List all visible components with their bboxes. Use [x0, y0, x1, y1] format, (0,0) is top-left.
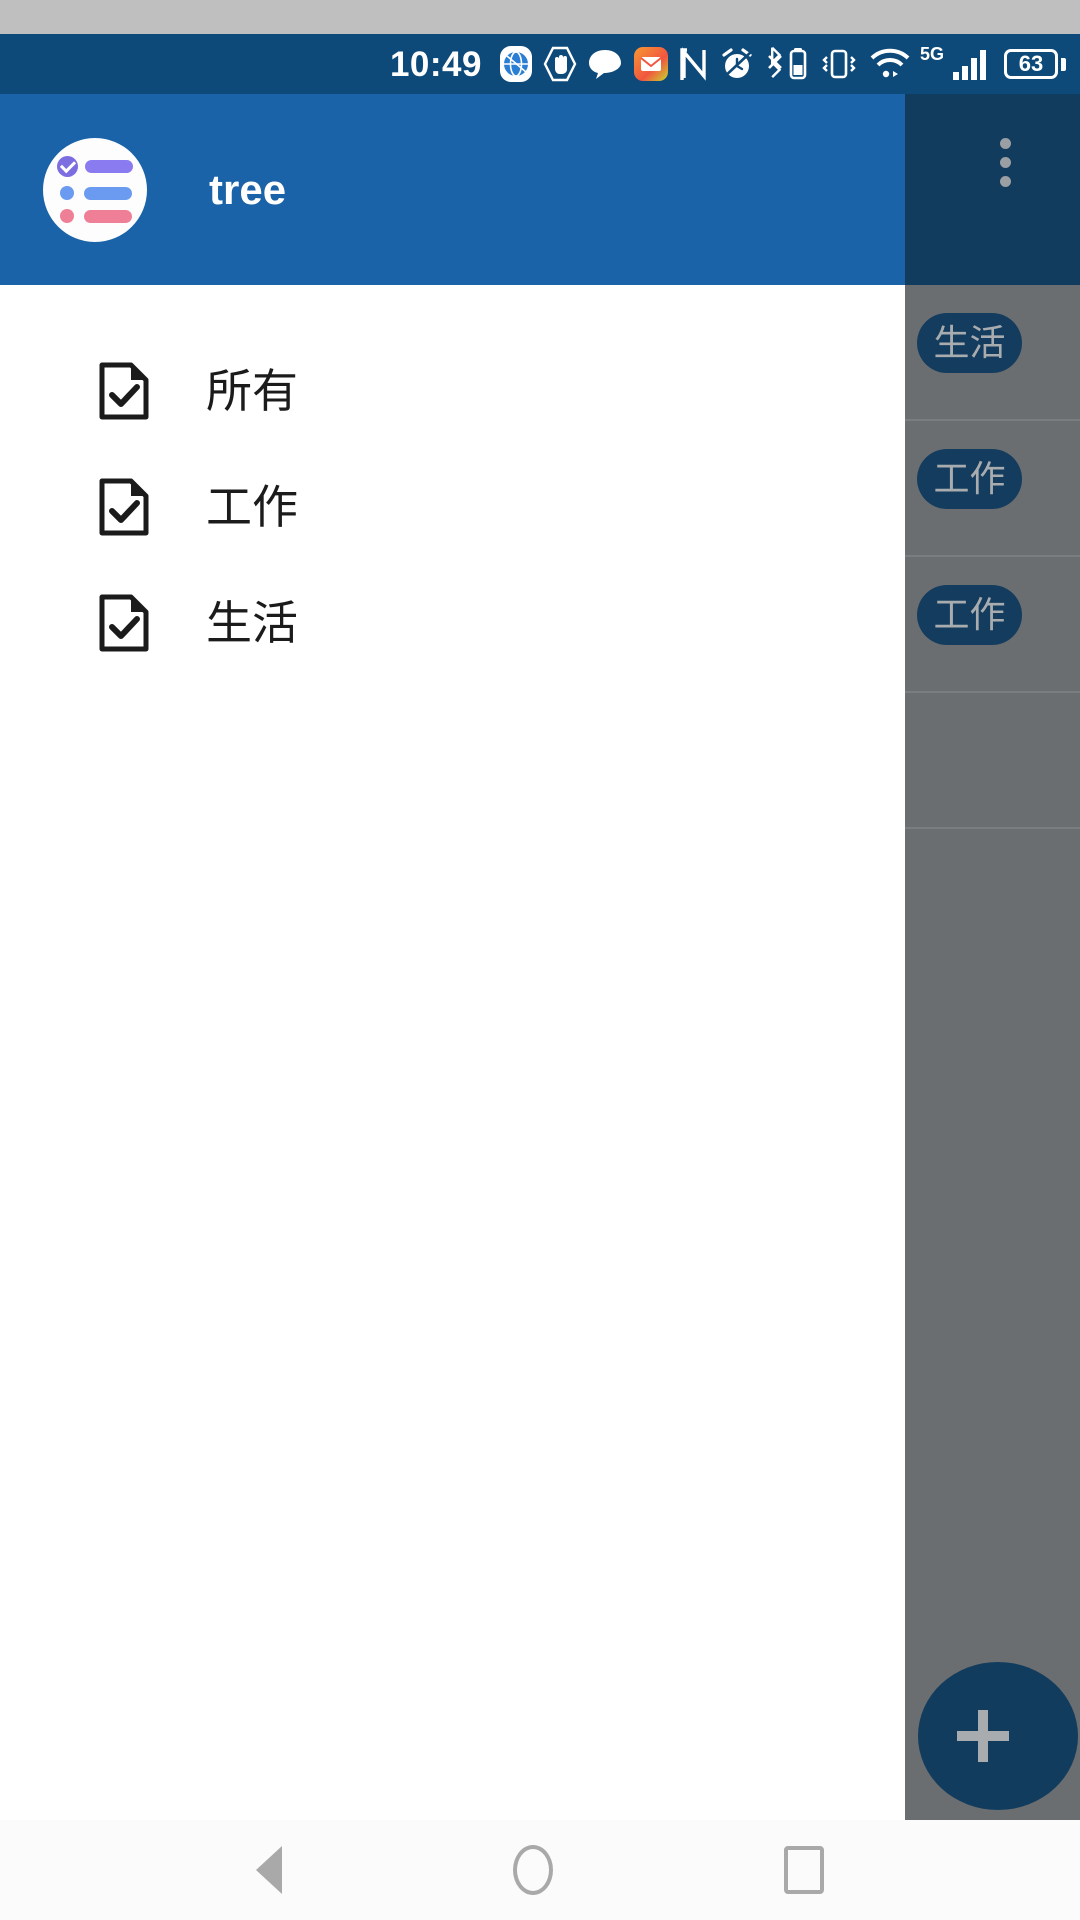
overflow-dot [1000, 138, 1011, 149]
nfc-icon [679, 44, 709, 84]
logo-dot-pink [60, 209, 74, 223]
logo-bar [84, 186, 132, 200]
phone-screen: 10:49 5G 63 生活 工作 工作 tree 所有 工作 生活 [0, 0, 1080, 1920]
app-title: tree [209, 165, 287, 213]
overflow-dot [1000, 176, 1011, 187]
sidebar-item-life[interactable]: 生活 [0, 565, 905, 681]
system-navigation-bar [0, 1820, 1080, 1920]
background-list-row[interactable]: 工作 [905, 557, 1080, 693]
background-list-row[interactable]: 工作 [905, 421, 1080, 557]
wifi-icon [869, 44, 911, 84]
background-category-chip[interactable]: 工作 [917, 585, 1022, 645]
battery-body: 63 [1004, 49, 1058, 79]
sidebar-item-label: 工作 [206, 481, 298, 533]
browser-globe-icon [499, 44, 533, 84]
message-bubble-icon [587, 44, 623, 84]
sidebar-item-all[interactable]: 所有 [0, 333, 905, 449]
sidebar-item-work[interactable]: 工作 [0, 449, 905, 565]
background-chip-label: 工作 [933, 594, 1006, 635]
background-list-row[interactable] [905, 693, 1080, 829]
sidebar-item-label: 生活 [206, 597, 298, 649]
logo-row [57, 156, 133, 177]
background-app-bar [905, 94, 1080, 285]
battery-percent-label: 63 [1018, 51, 1044, 76]
drawer-menu-list: 所有 工作 生活 [0, 285, 905, 681]
overflow-dot [1000, 157, 1011, 168]
network-type-label: 5G [919, 44, 944, 64]
email-icon [633, 44, 669, 84]
battery-tip [1061, 57, 1066, 71]
document-check-icon [98, 594, 150, 652]
hand-block-icon [543, 44, 577, 84]
background-chip-label: 工作 [933, 458, 1006, 499]
logo-row [57, 186, 133, 200]
logo-bar [84, 209, 132, 223]
back-nav-icon[interactable] [255, 1846, 282, 1894]
status-bar: 10:49 5G 63 [0, 34, 1080, 94]
home-nav-icon[interactable] [512, 1845, 553, 1895]
logo-bar [85, 160, 133, 173]
top-gray-strip [0, 0, 1080, 34]
logo-rows [57, 156, 133, 223]
drawer-header: tree [0, 94, 905, 285]
tree-checklist-logo [43, 137, 147, 242]
add-fab-button[interactable] [918, 1662, 1078, 1810]
alarm-clock-icon [719, 44, 755, 84]
document-check-icon [98, 362, 150, 420]
status-bar-clock: 10:49 [389, 44, 482, 84]
background-category-chip[interactable]: 工作 [917, 449, 1022, 509]
background-chip-label: 生活 [933, 322, 1006, 363]
sidebar-item-label: 所有 [206, 365, 298, 417]
background-list-row[interactable]: 生活 [905, 285, 1080, 421]
recents-nav-icon[interactable] [784, 1846, 825, 1894]
logo-dot-blue [60, 186, 74, 200]
cellular-signal-icon [951, 44, 991, 84]
background-category-chip[interactable]: 生活 [917, 313, 1022, 373]
navigation-drawer: tree 所有 工作 生活 [0, 94, 905, 1904]
document-check-icon [98, 478, 150, 536]
bluetooth-battery-icon [765, 44, 809, 84]
plus-icon [957, 1710, 1009, 1762]
battery-indicator: 63 [1004, 49, 1066, 79]
logo-check-circle-icon [57, 156, 78, 177]
vibrate-icon [819, 44, 859, 84]
logo-row [57, 209, 133, 223]
overflow-menu-icon[interactable] [1000, 138, 1011, 187]
